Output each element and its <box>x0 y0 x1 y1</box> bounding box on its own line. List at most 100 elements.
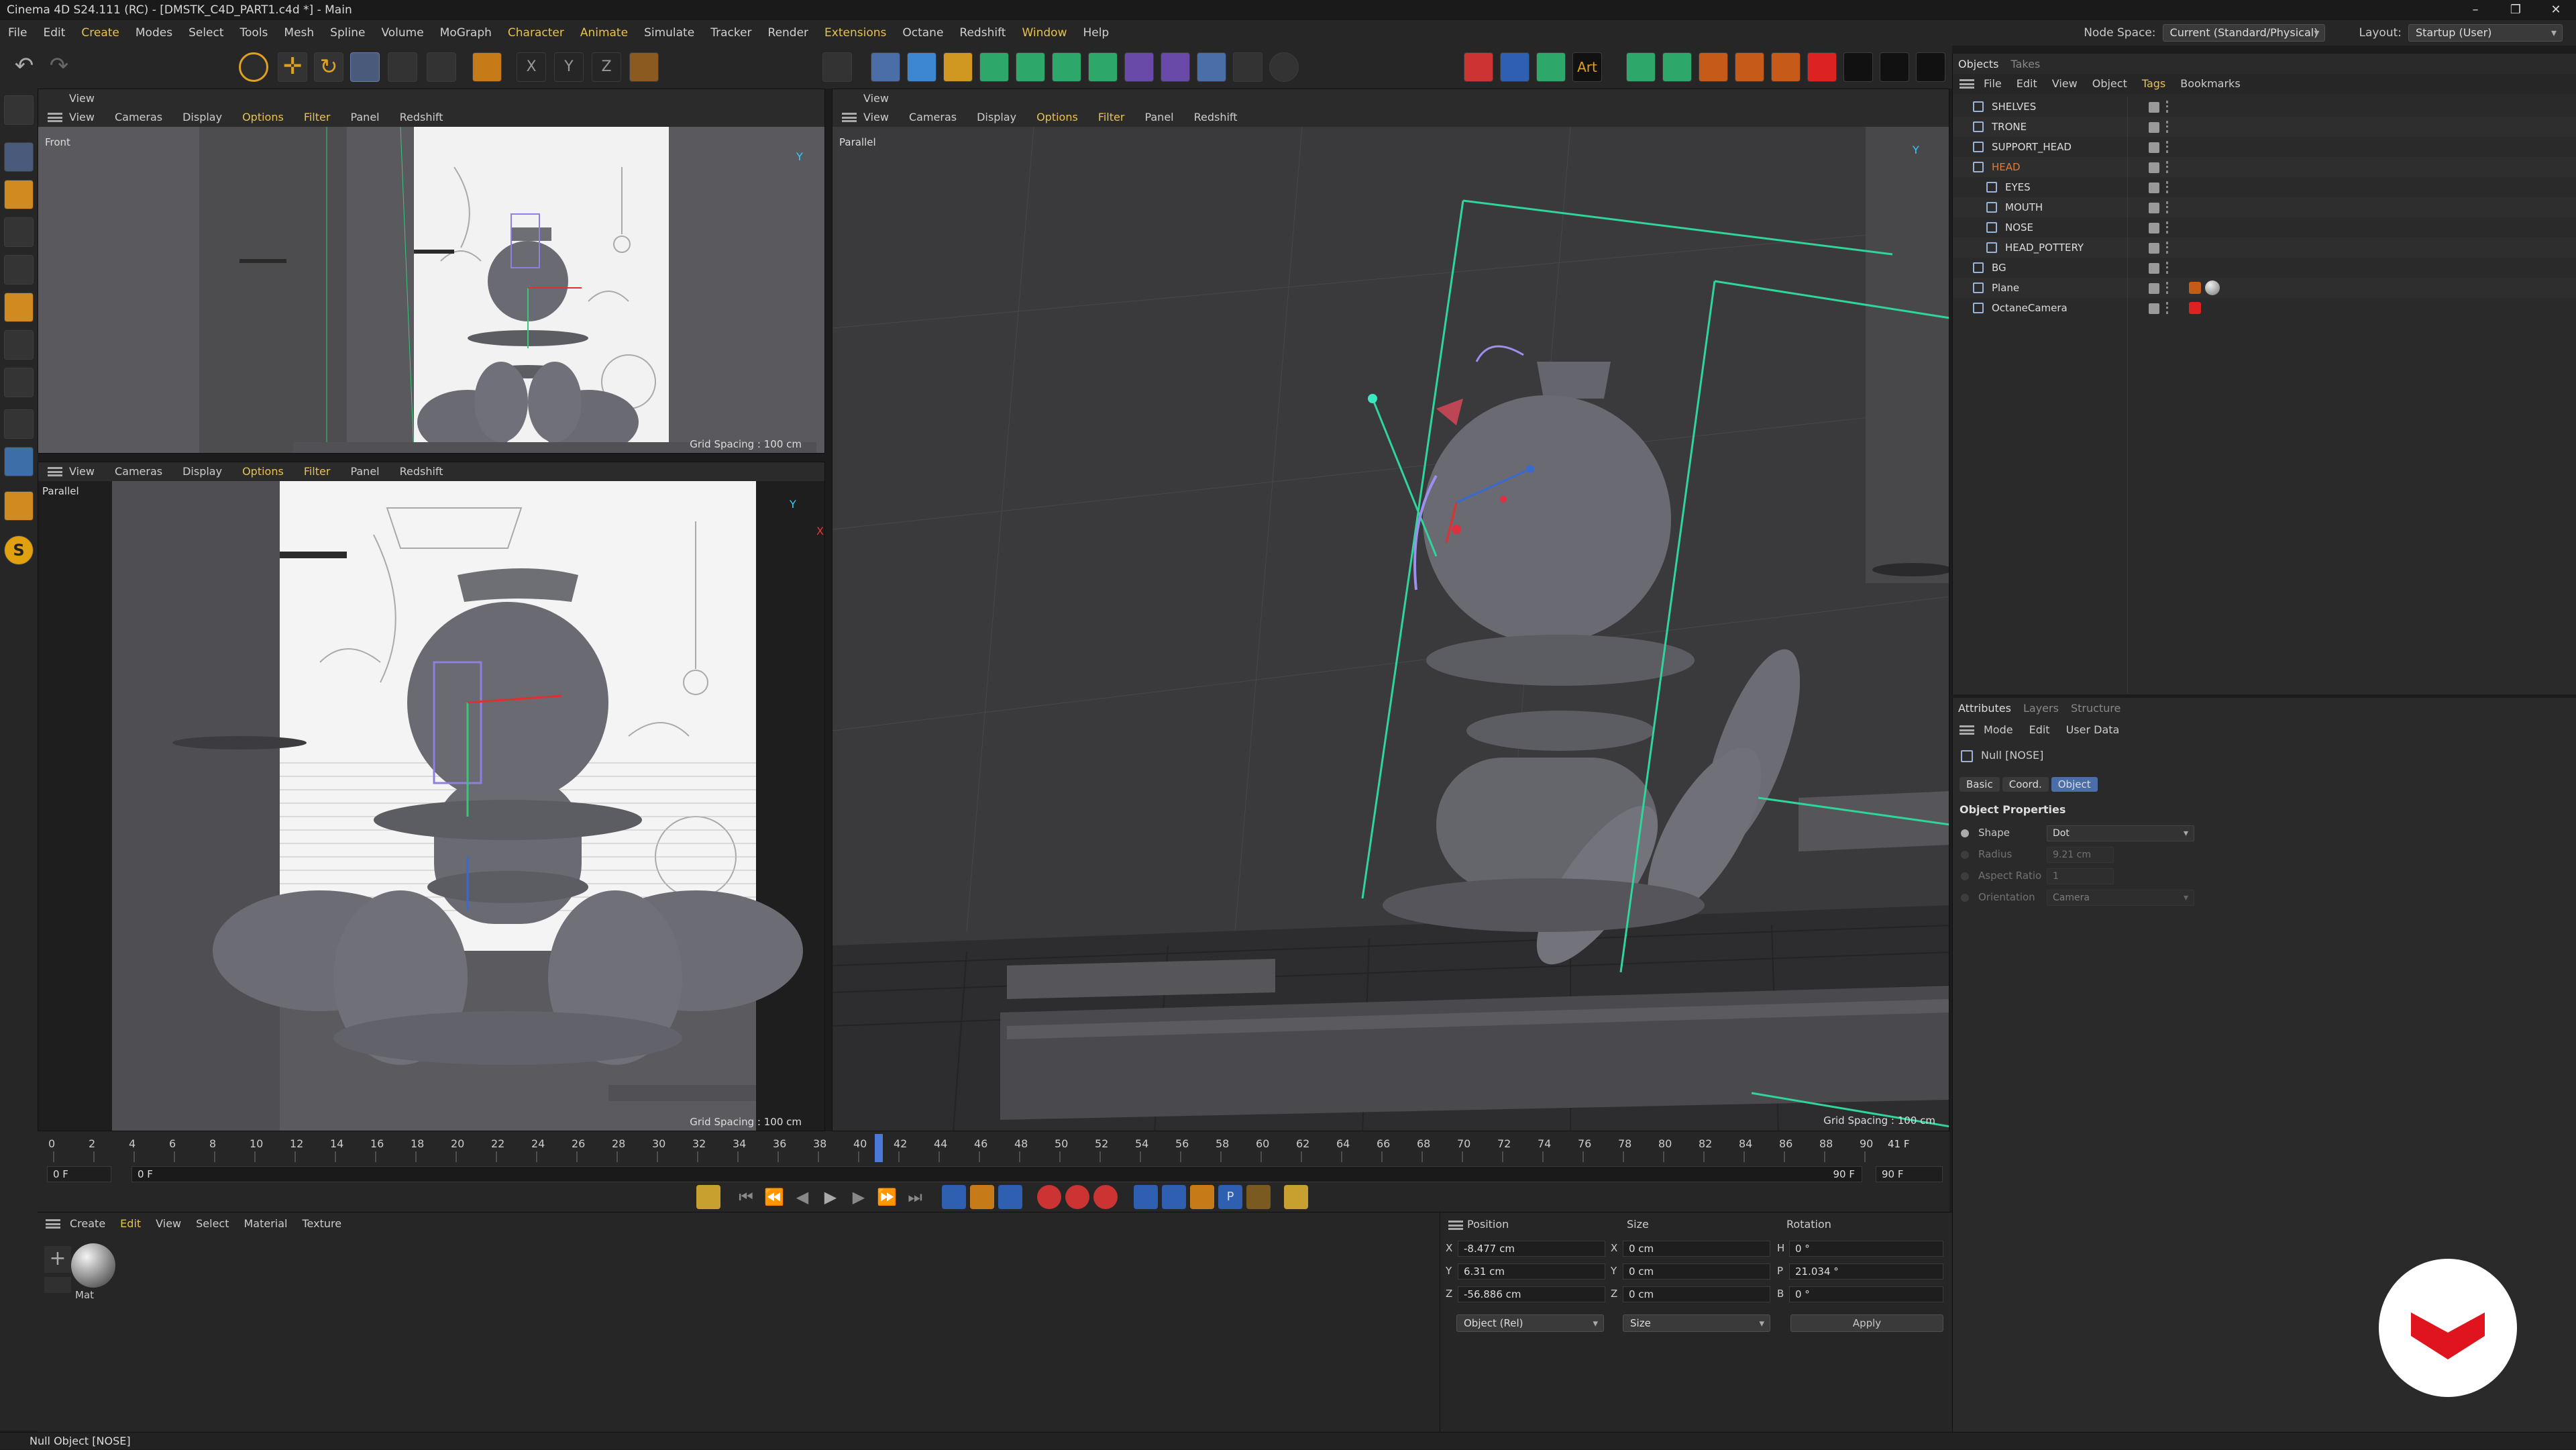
object-row[interactable]: Plane <box>1953 278 2576 298</box>
material-menu-texture[interactable]: Texture <box>302 1217 341 1230</box>
menu-create[interactable]: Create <box>73 20 127 46</box>
render-region-icon[interactable] <box>822 52 852 82</box>
render-view-icon[interactable] <box>1843 52 1873 82</box>
objects-menu-view[interactable]: View <box>2052 77 2078 90</box>
model-mode-icon[interactable] <box>4 142 34 172</box>
menu-character[interactable]: Character <box>500 20 572 46</box>
material-name[interactable]: Mat <box>75 1289 94 1301</box>
redshift-dome-icon[interactable] <box>1771 52 1801 82</box>
viewport-menu-redshift[interactable]: Redshift <box>400 465 443 478</box>
viewport-parallel-left[interactable]: View Cameras Display Options Filter Panel Reds… <box>38 462 825 1131</box>
menu-file[interactable]: File <box>0 20 35 46</box>
attributes-menu-edit[interactable]: Edit <box>2029 723 2050 736</box>
viewport-menu-panel[interactable]: Panel <box>350 111 379 123</box>
material-tag-icon[interactable] <box>2205 280 2220 295</box>
subtab-coord[interactable]: Coord. <box>2002 777 2049 792</box>
visibility-check-icon[interactable] <box>2149 102 2159 113</box>
material-menu-select[interactable]: Select <box>196 1217 229 1230</box>
undo-icon[interactable]: ↶ <box>9 52 39 82</box>
visibility-check-icon[interactable] <box>2149 162 2159 173</box>
menu-help[interactable]: Help <box>1075 20 1117 46</box>
animate-dot-icon[interactable] <box>1961 851 1969 859</box>
menu-select[interactable]: Select <box>180 20 231 46</box>
object-name[interactable]: Plane <box>1992 278 2019 298</box>
menu-render[interactable]: Render <box>760 20 817 46</box>
current-frame-field[interactable]: 41 F <box>1882 1137 1943 1153</box>
viewport-menu-redshift[interactable]: Redshift <box>1194 111 1238 123</box>
menu-mesh[interactable]: Mesh <box>276 20 322 46</box>
viewport-menu-panel[interactable]: Panel <box>350 465 379 478</box>
camera-icon[interactable] <box>1233 52 1263 82</box>
visibility-check-icon[interactable] <box>2149 203 2159 213</box>
menu-edit[interactable]: Edit <box>35 20 73 46</box>
y-axis-icon[interactable]: Y <box>554 52 584 82</box>
material-preview[interactable] <box>71 1243 115 1288</box>
redshift-proxy-icon[interactable] <box>1662 52 1692 82</box>
z-axis-icon[interactable]: Z <box>592 52 621 82</box>
axis-mode-icon[interactable] <box>4 368 34 397</box>
viewport-perspective[interactable]: View View Cameras Display Options Filter Pane… <box>832 89 1949 1131</box>
snap-settings-icon[interactable] <box>4 447 34 476</box>
animate-dot-icon[interactable] <box>1961 894 1969 902</box>
spline-icon[interactable] <box>943 52 973 82</box>
menu-octane[interactable]: Octane <box>894 20 951 46</box>
objects-menu-tags[interactable]: Tags <box>2142 77 2165 90</box>
object-row[interactable]: OctaneCamera <box>1953 298 2576 318</box>
points-mode-icon[interactable] <box>4 217 34 247</box>
rotation-h-field[interactable]: 0 ° <box>1789 1241 1943 1257</box>
object-name[interactable]: HEAD <box>1992 157 2021 177</box>
menu-tracker[interactable]: Tracker <box>702 20 759 46</box>
apply-button[interactable]: Apply <box>1790 1314 1943 1332</box>
record-active-icon[interactable] <box>1037 1185 1061 1209</box>
position-y-field[interactable]: 6.31 cm <box>1458 1263 1605 1280</box>
rotation-p-field[interactable]: 21.034 ° <box>1789 1263 1943 1280</box>
node-space-dropdown[interactable]: Current (Standard/Physical) <box>2162 24 2326 42</box>
viewport-menu-view[interactable]: View <box>69 111 95 123</box>
render-dots-icon[interactable] <box>2166 302 2170 314</box>
object-row[interactable]: SHELVES <box>1953 97 2576 117</box>
menu-mograph[interactable]: MoGraph <box>432 20 500 46</box>
keyframe-record-icon[interactable] <box>696 1185 720 1209</box>
position-z-field[interactable]: -56.886 cm <box>1458 1286 1605 1302</box>
object-row[interactable]: BG <box>1953 258 2576 278</box>
material-menu-create[interactable]: Create <box>70 1217 105 1230</box>
tab-structure[interactable]: Structure <box>2071 702 2121 715</box>
viewport-menu-options[interactable]: Options <box>242 111 284 123</box>
material-menu-material[interactable]: Material <box>244 1217 287 1230</box>
size-z-field[interactable]: 0 cm <box>1623 1286 1770 1302</box>
render-dots-icon[interactable] <box>2166 262 2170 274</box>
viewport-menu-filter[interactable]: Filter <box>304 111 331 123</box>
auto-key-icon[interactable] <box>970 1185 994 1209</box>
viewport-menu-panel[interactable]: Panel <box>1144 111 1173 123</box>
viewport-menu-display[interactable]: Display <box>977 111 1016 123</box>
objects-menu-edit[interactable]: Edit <box>2017 77 2037 90</box>
viewport-menu-filter[interactable]: Filter <box>1098 111 1125 123</box>
menu-animate[interactable]: Animate <box>572 20 636 46</box>
menu-modes[interactable]: Modes <box>127 20 180 46</box>
minimize-icon[interactable]: – <box>2455 0 2496 20</box>
visibility-check-icon[interactable] <box>2149 142 2159 153</box>
object-name[interactable]: MOUTH <box>2005 197 2043 217</box>
scale-key-icon[interactable] <box>1190 1185 1214 1209</box>
viewport-menu-icon[interactable] <box>48 467 62 476</box>
menu-tools[interactable]: Tools <box>232 20 276 46</box>
texture-mode-icon[interactable] <box>4 180 34 209</box>
viewport-menu-display[interactable]: Display <box>182 111 222 123</box>
next-key-icon[interactable]: ⏩ <box>875 1185 899 1209</box>
viewport-menu-cameras[interactable]: Cameras <box>909 111 957 123</box>
menu-extensions[interactable]: Extensions <box>816 20 894 46</box>
redo-icon[interactable]: ↷ <box>44 52 74 82</box>
attributes-menu-mode[interactable]: Mode <box>1984 723 2013 736</box>
octane-tag-icon[interactable] <box>2189 282 2201 294</box>
axis-lock-icon[interactable] <box>472 52 502 82</box>
subtab-object[interactable]: Object <box>2051 777 2098 792</box>
render-icon[interactable] <box>1807 52 1837 82</box>
visibility-check-icon[interactable] <box>2149 122 2159 133</box>
light-icon[interactable] <box>1269 52 1299 82</box>
octane-qr-icon[interactable] <box>1500 52 1529 82</box>
size-x-field[interactable]: 0 cm <box>1623 1241 1770 1257</box>
snap-icon[interactable] <box>427 52 456 82</box>
visibility-check-icon[interactable] <box>2149 243 2159 254</box>
render-dots-icon[interactable] <box>2166 141 2170 153</box>
viewport-menu-filter[interactable]: Filter <box>304 465 331 478</box>
